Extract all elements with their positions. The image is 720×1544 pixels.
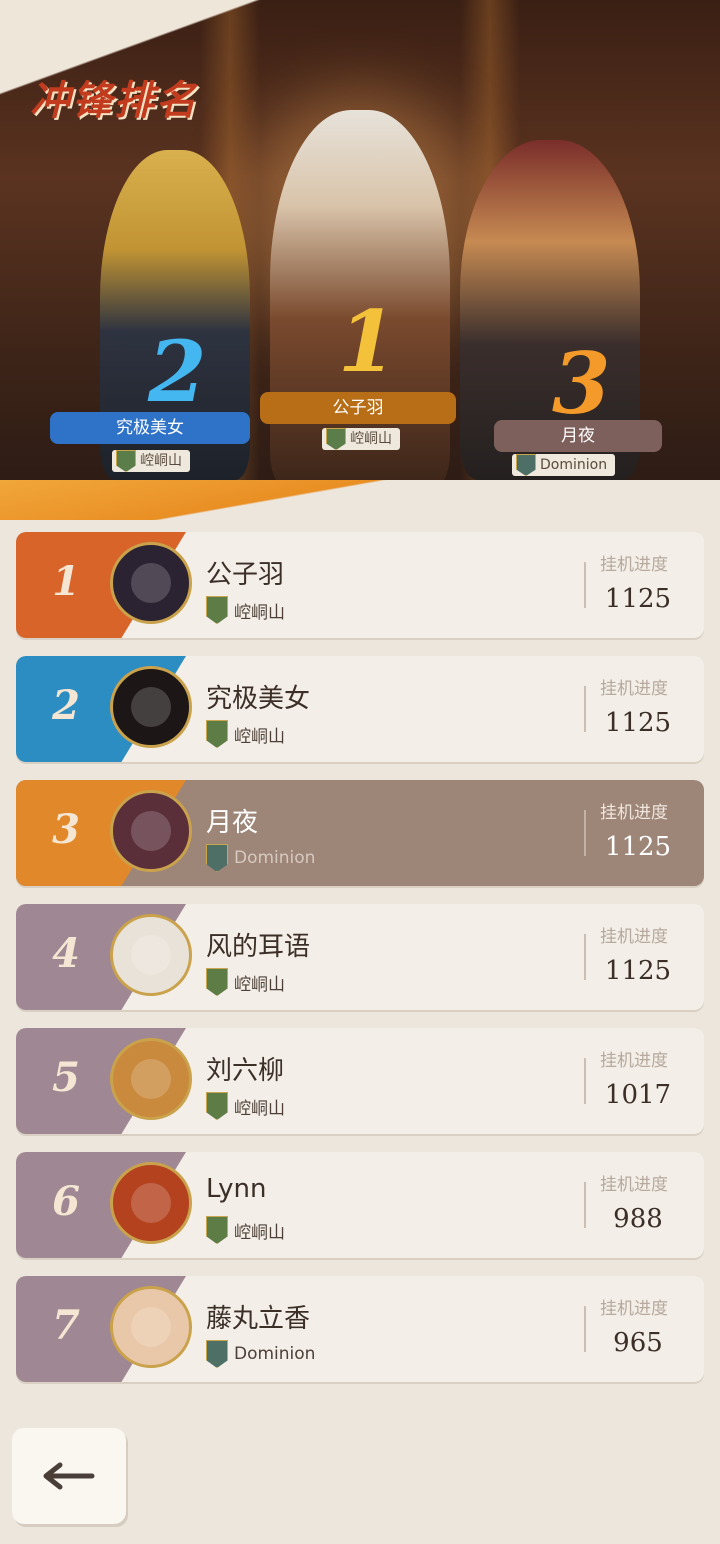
divider bbox=[584, 686, 586, 732]
avatar-face bbox=[131, 687, 171, 727]
podium-server-2: 崆峒山 bbox=[112, 450, 190, 472]
player-server: 崆峒山 bbox=[206, 720, 285, 748]
player-avatar[interactable] bbox=[110, 1038, 192, 1120]
server-shield-icon bbox=[206, 596, 228, 624]
player-name: 公子羽 bbox=[206, 560, 285, 590]
server-shield-icon bbox=[206, 1340, 228, 1368]
progress-label: 挂机进度 bbox=[600, 1299, 668, 1319]
page-title: 冲锋排名 bbox=[30, 77, 198, 124]
server-name: Dominion bbox=[234, 848, 316, 868]
avatar-face bbox=[131, 811, 171, 851]
server-name: Dominion bbox=[234, 1344, 316, 1364]
player-server: 崆峒山 bbox=[206, 596, 285, 624]
player-avatar[interactable] bbox=[110, 1286, 192, 1368]
podium-rank-2: 2 bbox=[148, 322, 207, 421]
ranking-row[interactable]: 5 刘六柳崆峒山 挂机进度 1017 bbox=[16, 1028, 704, 1134]
progress-label: 挂机进度 bbox=[600, 927, 668, 947]
progress-label: 挂机进度 bbox=[600, 1051, 668, 1071]
progress-value: 965 bbox=[613, 1328, 663, 1358]
player-name: 藤丸立香 bbox=[206, 1304, 311, 1334]
server-shield-icon bbox=[206, 1092, 228, 1120]
player-avatar[interactable] bbox=[110, 790, 192, 872]
avatar-face bbox=[131, 1059, 171, 1099]
podium-server-label: 崆峒山 bbox=[140, 453, 182, 469]
rank-number: 6 bbox=[52, 1178, 80, 1225]
ranking-row[interactable]: 2 究极美女崆峒山 挂机进度 1125 bbox=[16, 656, 704, 762]
divider bbox=[584, 1058, 586, 1104]
server-name: 崆峒山 bbox=[234, 726, 285, 747]
ranking-row[interactable]: 4 风的耳语崆峒山 挂机进度 1125 bbox=[16, 904, 704, 1010]
rank-number: 7 bbox=[52, 1302, 80, 1349]
podium-server-1: 崆峒山 bbox=[322, 428, 400, 450]
server-name: 崆峒山 bbox=[234, 1098, 285, 1119]
podium-server-3: Dominion bbox=[512, 454, 616, 476]
divider bbox=[584, 934, 586, 980]
rank-number: 3 bbox=[52, 806, 80, 853]
player-name: 风的耳语 bbox=[206, 932, 311, 962]
podium-name-3: 月夜 bbox=[494, 420, 662, 452]
ranking-row[interactable]: 3 月夜 Dominion 挂机进度 1125 bbox=[16, 780, 704, 886]
player-server: Dominion bbox=[206, 1340, 315, 1368]
progress-value: 1125 bbox=[604, 956, 672, 986]
divider bbox=[584, 1182, 586, 1228]
server-shield-icon bbox=[206, 844, 228, 872]
player-server: 崆峒山 bbox=[206, 1092, 285, 1120]
player-avatar[interactable] bbox=[110, 1162, 192, 1244]
server-shield-icon bbox=[206, 720, 228, 748]
ranking-list[interactable]: 1 公子羽 崆峒山 挂机进度 1125 2 究极美女 崆峒山 挂机进度 1125 3 月夜 Domini… bbox=[16, 532, 704, 1422]
podium-name-1: 公子羽 bbox=[260, 392, 456, 424]
progress-value: 1017 bbox=[604, 1080, 672, 1110]
podium-rank-1: 1 bbox=[338, 292, 397, 391]
server-shield-icon bbox=[206, 968, 228, 996]
divider bbox=[584, 1306, 586, 1352]
player-avatar[interactable] bbox=[110, 542, 192, 624]
player-name: 究极美女 bbox=[206, 684, 311, 714]
player-name: Lynn bbox=[206, 1174, 267, 1204]
player-server: 崆峒山 bbox=[206, 1216, 285, 1244]
server-shield-icon bbox=[326, 428, 346, 450]
server-name: 崆峒山 bbox=[234, 974, 285, 995]
player-server: 崆峒山 bbox=[206, 968, 285, 996]
progress-value: 1125 bbox=[604, 584, 672, 614]
server-name: 崆峒山 bbox=[234, 1222, 285, 1243]
divider bbox=[584, 562, 586, 608]
podium-name-2: 究极美女 bbox=[50, 412, 250, 444]
progress-value: 1125 bbox=[604, 832, 672, 862]
server-shield-icon bbox=[516, 454, 536, 476]
progress-label: 挂机进度 bbox=[600, 1175, 668, 1195]
avatar-face bbox=[131, 1183, 171, 1223]
player-name: 刘六柳 bbox=[206, 1056, 285, 1086]
leaderboard-banner: 冲锋排名 2 究极美女 崆峒山 1 公子羽 崆峒山 3 月夜 Dominion bbox=[0, 0, 720, 510]
avatar-face bbox=[131, 1307, 171, 1347]
rank-number: 2 bbox=[52, 682, 80, 729]
server-shield-icon bbox=[116, 450, 136, 472]
progress-label: 挂机进度 bbox=[600, 803, 668, 823]
rank-number: 4 bbox=[52, 930, 80, 977]
avatar-face bbox=[131, 563, 171, 603]
back-button[interactable] bbox=[12, 1428, 126, 1524]
avatar-face bbox=[131, 935, 171, 975]
podium-server-label: 崆峒山 bbox=[350, 431, 392, 447]
podium-rank-3: 3 bbox=[552, 334, 611, 433]
player-avatar[interactable] bbox=[110, 666, 192, 748]
server-name: 崆峒山 bbox=[234, 602, 285, 623]
player-name: 月夜 bbox=[206, 808, 259, 838]
player-server: Dominion bbox=[206, 844, 315, 872]
player-avatar[interactable] bbox=[110, 914, 192, 996]
progress-value: 988 bbox=[613, 1204, 663, 1234]
banner-divider bbox=[0, 480, 720, 520]
server-shield-icon bbox=[206, 1216, 228, 1244]
progress-label: 挂机进度 bbox=[600, 555, 668, 575]
back-arrow-icon bbox=[43, 1462, 95, 1490]
rank-number: 5 bbox=[52, 1054, 80, 1101]
ranking-row[interactable]: 1 公子羽崆峒山 挂机进度 1125 bbox=[16, 532, 704, 638]
divider bbox=[584, 810, 586, 856]
ranking-row[interactable]: 7 藤丸立香 Dominion 挂机进度 965 bbox=[16, 1276, 704, 1382]
rank-number: 1 bbox=[52, 558, 80, 605]
ranking-row[interactable]: 6 Lynn 崆峒山 挂机进度 988 bbox=[16, 1152, 704, 1258]
progress-label: 挂机进度 bbox=[600, 679, 668, 699]
podium-server-label: Dominion bbox=[540, 457, 608, 473]
progress-value: 1125 bbox=[604, 708, 672, 738]
